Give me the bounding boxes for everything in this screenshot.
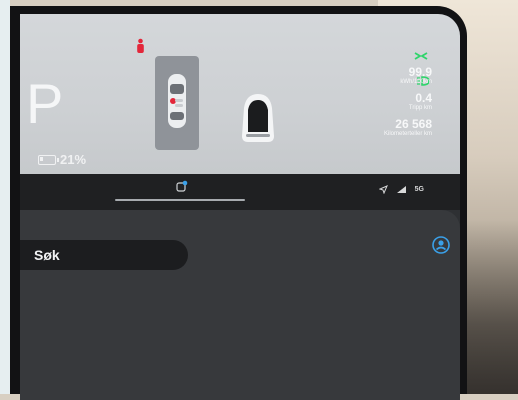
car-top-view-button[interactable]	[155, 56, 199, 150]
car-top-view-icon	[168, 74, 186, 128]
seatbelt-warning-icon	[137, 38, 144, 53]
trip-distance-value: 0.4	[415, 91, 432, 105]
search-input[interactable]: Søk	[20, 240, 188, 270]
battery-icon	[38, 154, 59, 165]
search-placeholder: Søk	[34, 247, 60, 263]
background-left-edge	[0, 0, 10, 394]
odometer-unit: Kilometerteller km	[383, 131, 432, 137]
trip-readouts: 99.9 kWh/100km 0.4 Tripp km 26 568 Kilom…	[384, 66, 432, 144]
tab-notifications[interactable]	[158, 178, 206, 194]
vehicle-status-panel: P 21% 99.9 kWh/100km 0.4 Tripp km 26 568…	[20, 14, 460, 174]
car-rear-view-icon	[242, 94, 274, 142]
consumption-unit: kWh/100km	[400, 79, 432, 85]
display-bezel: P 21% 99.9 kWh/100km 0.4 Tripp km 26 568…	[10, 6, 467, 400]
profile-icon[interactable]	[432, 236, 450, 254]
consumption-value: 99.9	[408, 65, 432, 79]
trip-distance-unit: Tripp km	[408, 105, 432, 111]
touchscreen: P 21% 99.9 kWh/100km 0.4 Tripp km 26 568…	[20, 14, 460, 400]
gear-indicator: P	[26, 72, 64, 135]
system-status-icons: 5G	[378, 185, 424, 194]
signal-strength-icon	[396, 186, 406, 193]
odometer-value: 26 568	[395, 117, 432, 131]
tab-bar: 5G	[20, 174, 460, 210]
main-content: Søk	[20, 210, 460, 400]
battery-status: 21%	[38, 152, 86, 167]
drive-mode-icon	[414, 52, 428, 60]
location-arrow-icon	[378, 185, 388, 194]
active-tab-indicator	[115, 199, 245, 201]
network-type-label: 5G	[414, 186, 424, 193]
notification-icon	[176, 180, 188, 192]
battery-percent: 21%	[60, 152, 87, 167]
